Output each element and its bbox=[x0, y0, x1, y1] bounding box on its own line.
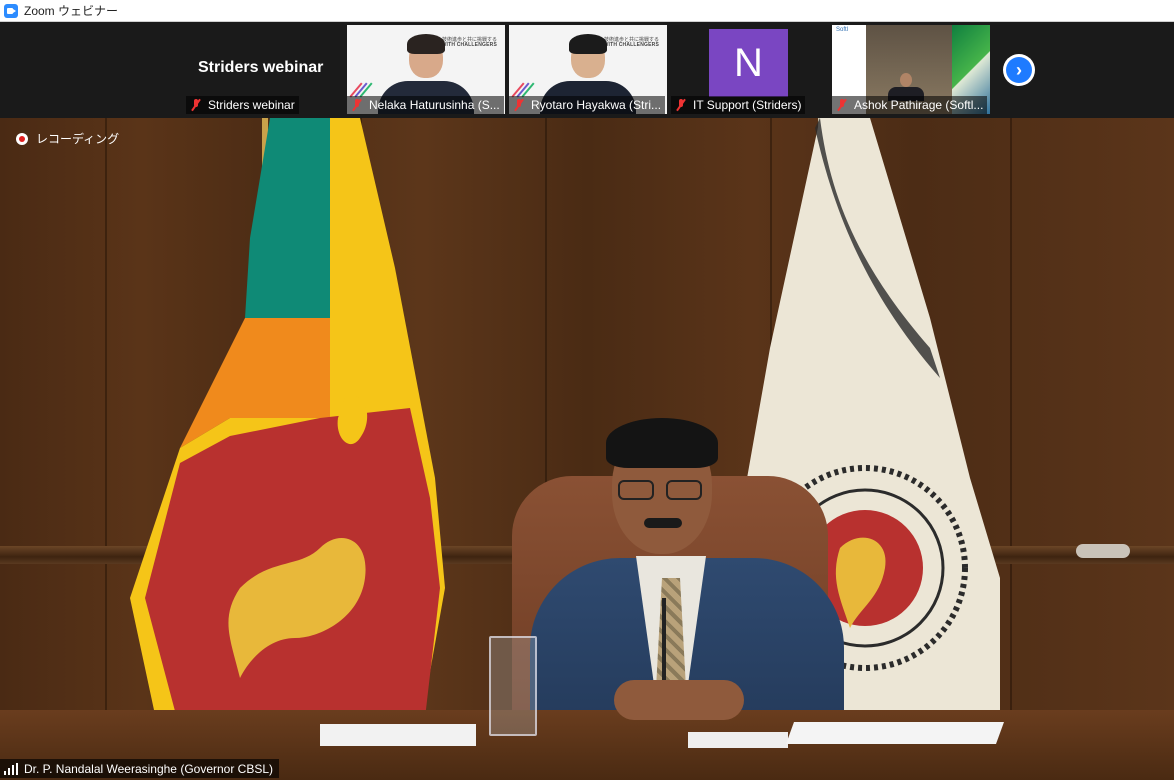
slide-accent-lines bbox=[349, 81, 377, 98]
sri-lanka-flag bbox=[130, 118, 445, 738]
participant-tile-nelaka[interactable]: 技術進歩と共に挑戦する STRIDE WITH CHALLENGERS Nela… bbox=[347, 25, 505, 114]
participant-name: Striders webinar bbox=[208, 98, 295, 112]
active-speaker-name: Dr. P. Nandalal Weerasinghe (Governor CB… bbox=[24, 761, 274, 776]
tile-name-bar: Ryotaro Hayakwa (Stri... bbox=[509, 96, 666, 114]
company-logo: Softl bbox=[836, 27, 849, 33]
mic-muted-icon bbox=[675, 99, 687, 111]
slide-accent-lines bbox=[511, 81, 539, 98]
mic-muted-icon bbox=[351, 99, 363, 111]
participant-gallery-strip: Striders webinar Striders webinar 技術進歩と共… bbox=[0, 22, 1174, 118]
active-speaker-video bbox=[0, 118, 1174, 780]
glasses bbox=[618, 480, 706, 502]
zoom-camera-icon bbox=[4, 3, 18, 18]
participant-tile-it-support[interactable]: N IT Support (Striders) bbox=[671, 25, 829, 114]
participant-name: IT Support (Striders) bbox=[693, 98, 802, 112]
tile-display-text: Striders webinar bbox=[198, 59, 324, 76]
participant-name: Nelaka Haturusinha (S... bbox=[369, 98, 500, 112]
desk-papers bbox=[320, 724, 476, 746]
participant-tile-striders-webinar[interactable]: Striders webinar Striders webinar bbox=[186, 25, 344, 114]
record-dot-icon bbox=[16, 132, 28, 145]
chevron-right-icon: › bbox=[1006, 57, 1032, 83]
window-titlebar: Zoom ウェビナー bbox=[0, 0, 1174, 22]
tile-name-bar: Striders webinar bbox=[186, 96, 299, 114]
gallery-next-button[interactable]: › bbox=[1003, 54, 1035, 86]
participant-name: Ashok Pathirage (Softl... bbox=[854, 98, 984, 112]
tile-name-bar: Nelaka Haturusinha (S... bbox=[347, 96, 504, 114]
door-handle bbox=[1076, 544, 1130, 558]
recording-label: レコーディング bbox=[36, 132, 120, 146]
mic-muted-icon bbox=[513, 99, 525, 111]
avatar: N bbox=[709, 29, 788, 97]
water-glass bbox=[489, 636, 537, 736]
mic-muted-icon bbox=[836, 99, 848, 111]
window-title: Zoom ウェビナー bbox=[24, 4, 119, 18]
tile-name-bar: IT Support (Striders) bbox=[671, 96, 806, 114]
recording-indicator[interactable]: レコーディング bbox=[16, 130, 119, 147]
participant-tile-ashok[interactable]: Softl Ashok Pathirage (Softl... bbox=[832, 25, 990, 114]
mic-muted-icon bbox=[190, 99, 202, 111]
participant-tile-ryotaro[interactable]: 技術進歩と共に挑戦する STRIDE WITH CHALLENGERS Ryot… bbox=[509, 25, 667, 114]
signal-bars-icon bbox=[4, 762, 18, 775]
tile-name-bar: Ashok Pathirage (Softl... bbox=[832, 96, 988, 114]
active-speaker-name-bar: Dr. P. Nandalal Weerasinghe (Governor CB… bbox=[0, 759, 280, 778]
participant-name: Ryotaro Hayakwa (Stri... bbox=[531, 98, 662, 112]
